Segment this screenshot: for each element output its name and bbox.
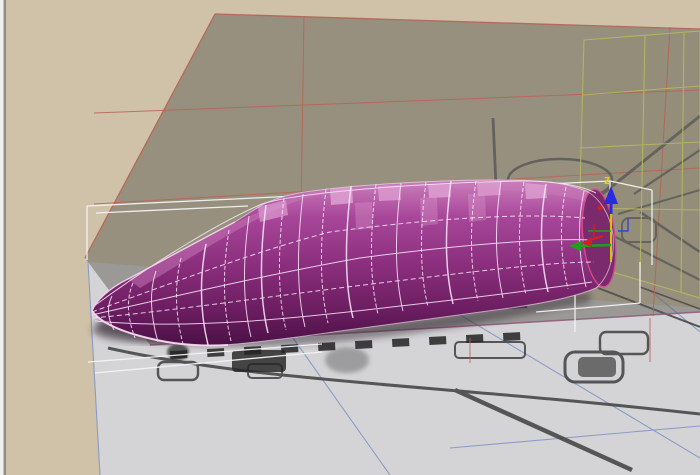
z-axis-label: Z — [604, 176, 610, 187]
3d-viewport[interactable]: Z — [0, 0, 700, 475]
viewport-left-strip — [0, 0, 3, 475]
viewport-canvas: Z — [0, 0, 700, 475]
